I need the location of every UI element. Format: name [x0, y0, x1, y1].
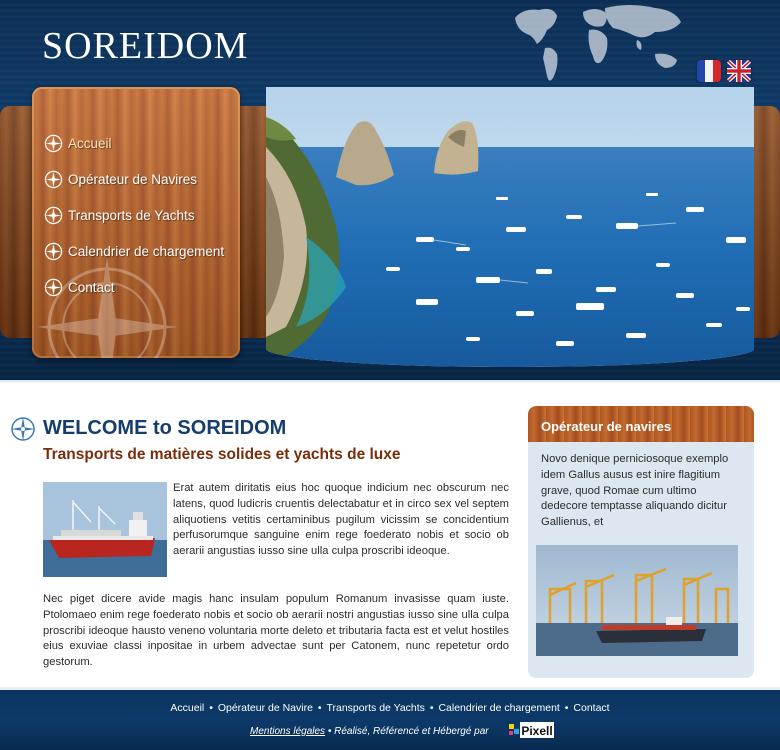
footer-link-contact[interactable]: Contact: [573, 702, 609, 714]
pixell-logo-text: Pixell: [521, 724, 552, 738]
footer-nav: Accueil • Opérateur de Navire • Transpor…: [0, 702, 780, 714]
sidebar-header: Opérateur de navires: [528, 406, 754, 442]
nav-item-label: Opérateur de Navires: [68, 171, 198, 187]
footer-credit: Mentions légales • Réalisé, Référencé et…: [250, 726, 489, 737]
footer-separator: •: [564, 702, 569, 714]
compass-bullet-icon: [44, 242, 63, 260]
compass-bullet-icon: [44, 170, 63, 188]
flag-uk-icon[interactable]: [727, 60, 751, 82]
credit-text: • Réalisé, Référencé et Hébergé par: [325, 726, 489, 737]
nav-item-transports[interactable]: Transports de Yachts: [44, 197, 224, 233]
header: SOREIDOM Accueil Opérateur de Navires Tr…: [0, 0, 780, 384]
main-nav: Accueil Opérateur de Navires Transports …: [44, 125, 224, 305]
sidebar-box: Opérateur de navires Novo denique pernic…: [528, 406, 754, 678]
footer-separator: •: [429, 702, 434, 714]
sidebar-title[interactable]: Opérateur de navires: [541, 419, 671, 434]
header-divider: [0, 380, 780, 384]
footer-separator: •: [317, 702, 322, 714]
page-subtitle: Transports de matières solides et yachts…: [43, 446, 401, 463]
nav-item-contact[interactable]: Contact: [44, 269, 224, 305]
compass-bullet-icon: [44, 278, 63, 296]
nav-item-accueil[interactable]: Accueil: [44, 125, 224, 161]
pixell-logo-icon[interactable]: Pixell: [509, 721, 555, 739]
nav-item-label: Transports de Yachts: [68, 207, 195, 223]
footer-link-calendrier[interactable]: Calendrier de chargement: [438, 702, 559, 714]
page-title: WELCOME to SOREIDOM: [43, 417, 287, 439]
compass-bullet-icon: [44, 206, 63, 224]
sidebar-text: Novo denique perniciosoque exemplo idem …: [541, 453, 729, 529]
hero-photo: [266, 87, 754, 367]
nav-item-label: Calendrier de chargement: [68, 243, 225, 259]
nav-item-calendrier[interactable]: Calendrier de chargement: [44, 233, 224, 269]
compass-bullet-icon: [44, 134, 63, 152]
legal-notice-link[interactable]: Mentions légales: [250, 726, 325, 737]
compass-icon: [11, 417, 35, 441]
world-map-icon: [515, 5, 681, 81]
footer-link-transports[interactable]: Transports de Yachts: [326, 702, 424, 714]
nav-panel: Accueil Opérateur de Navires Transports …: [32, 87, 240, 358]
footer: Accueil • Opérateur de Navire • Transpor…: [0, 687, 780, 750]
site-logo[interactable]: SOREIDOM: [42, 24, 248, 68]
nav-item-operateur[interactable]: Opérateur de Navires: [44, 161, 224, 197]
footer-link-operateur[interactable]: Opérateur de Navire: [218, 702, 313, 714]
nav-item-label: Accueil: [68, 135, 112, 151]
footer-separator: •: [209, 702, 213, 714]
cargo-ship-photo: [43, 482, 167, 577]
footer-link-accueil[interactable]: Accueil: [170, 702, 204, 714]
port-cranes-photo: [536, 545, 738, 656]
nav-item-label: Contact: [68, 279, 115, 295]
body-paragraph: Nec piget dicere avide magis hanc insula…: [43, 593, 509, 669]
flag-france-icon[interactable]: [697, 60, 721, 82]
intro-paragraph: Erat autem diritatis eius hoc quoque ind…: [173, 482, 509, 558]
